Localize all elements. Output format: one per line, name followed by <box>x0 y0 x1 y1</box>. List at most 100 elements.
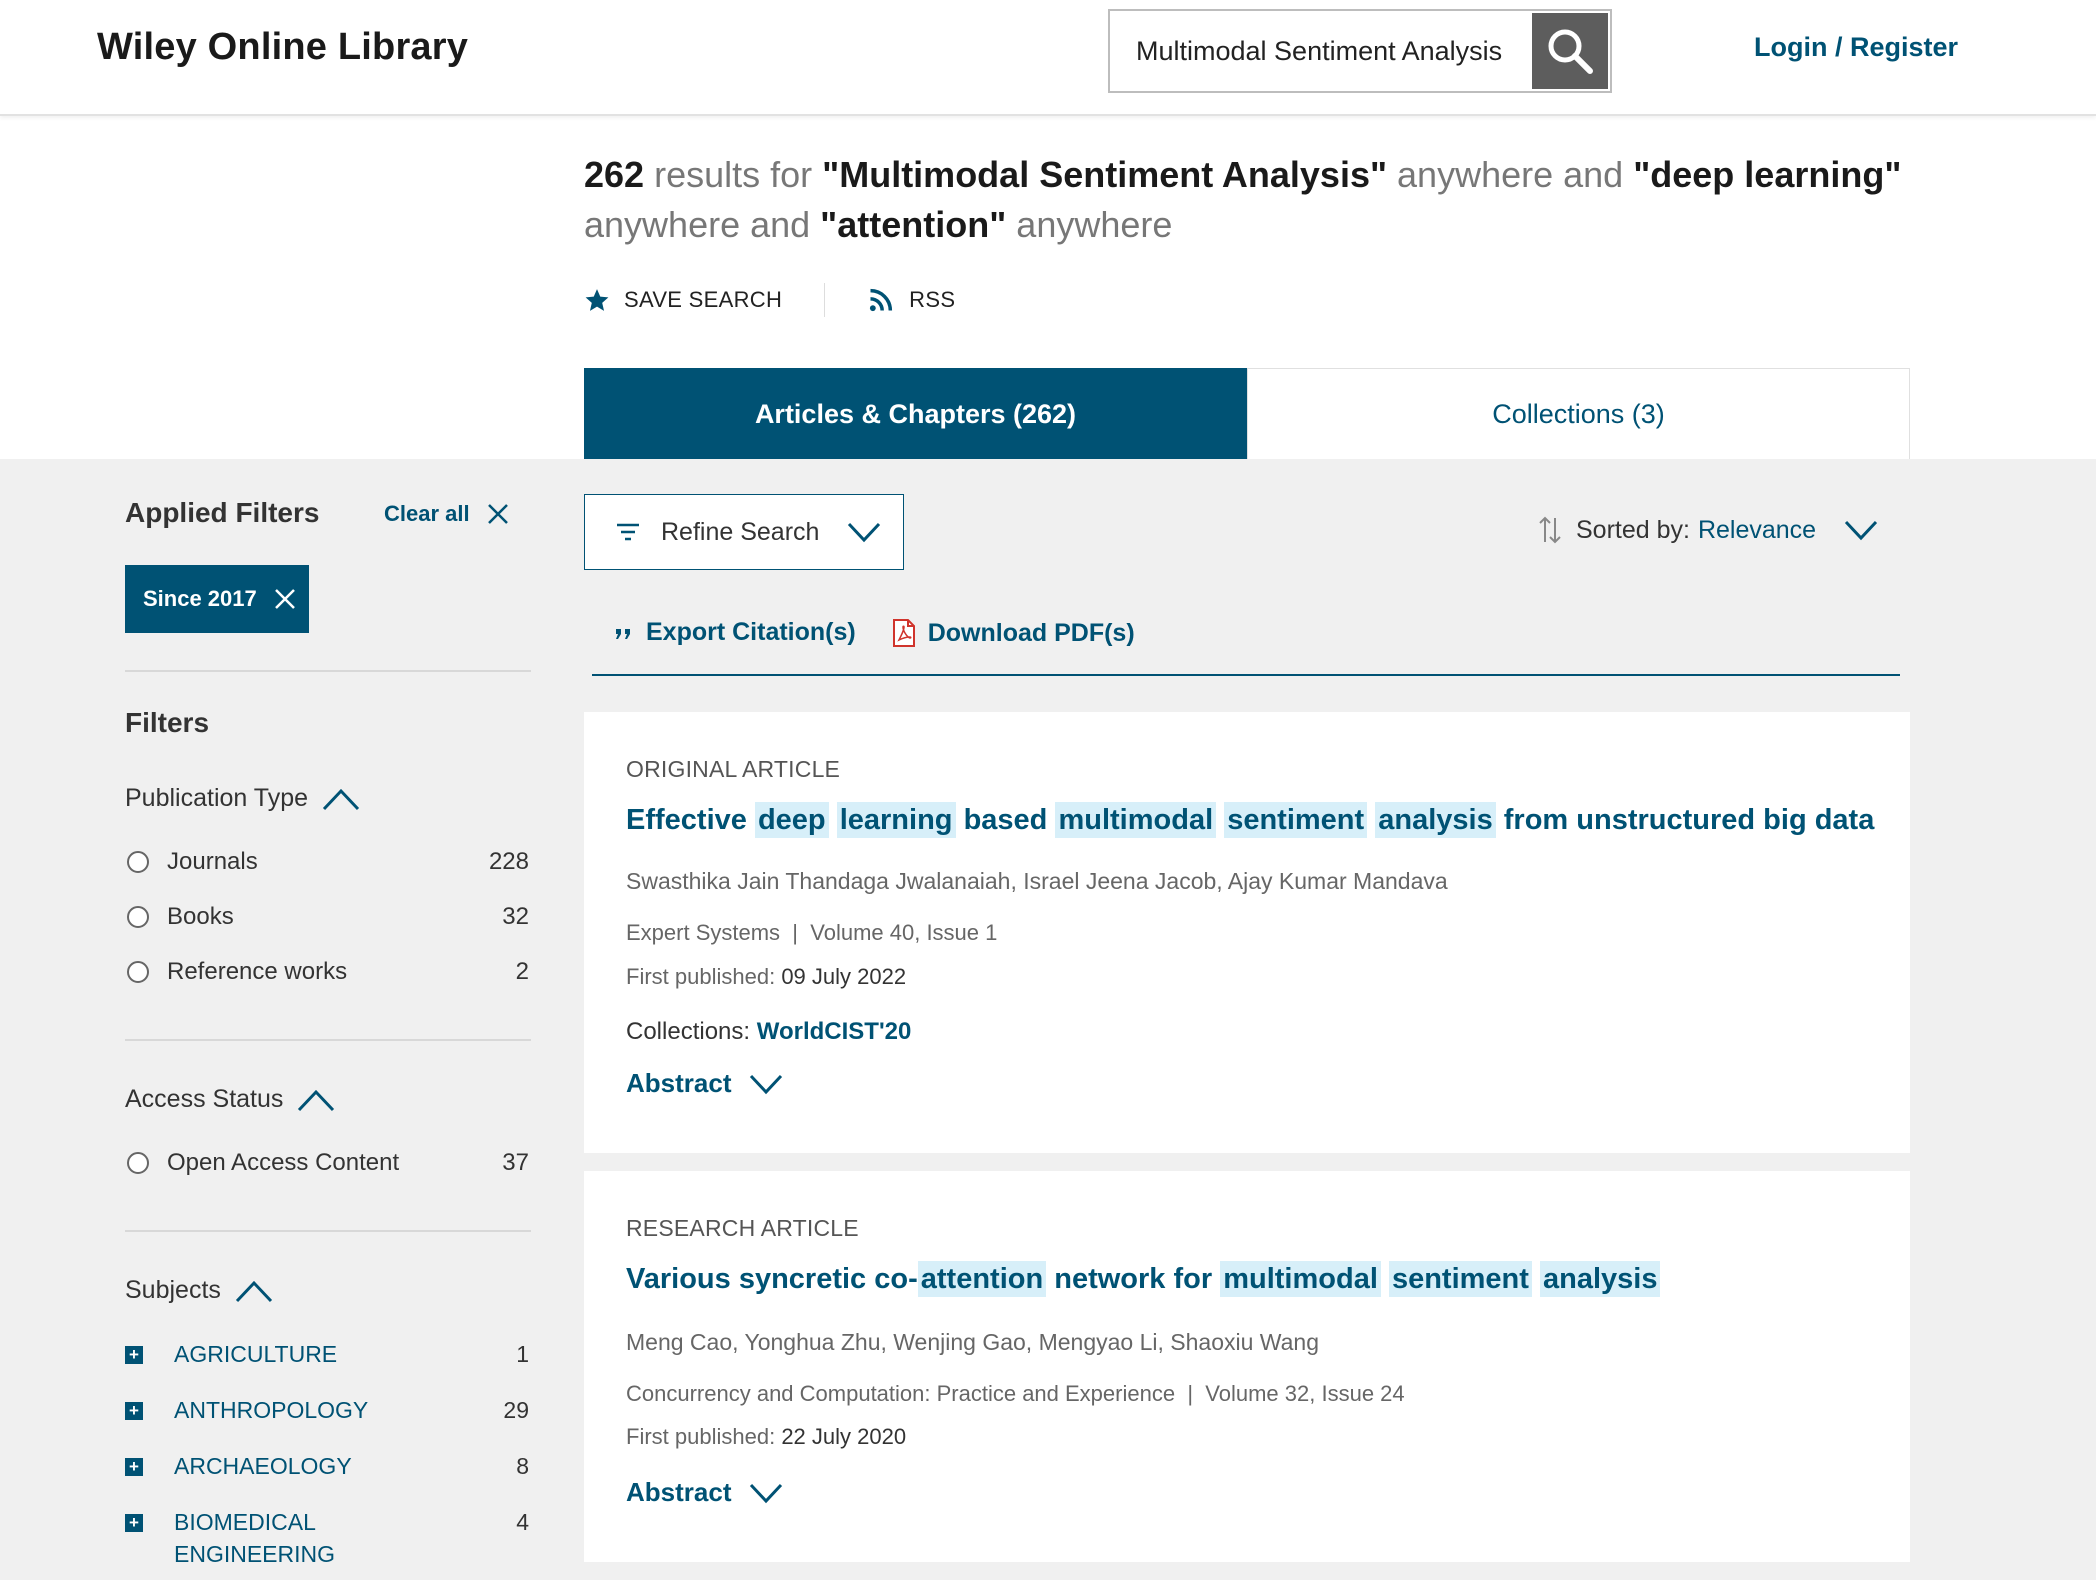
subject-count: 29 <box>503 1397 529 1423</box>
volume-issue[interactable]: Volume 40, Issue 1 <box>810 920 997 945</box>
star-icon <box>585 289 609 311</box>
subject-count: 8 <box>516 1453 529 1479</box>
search-button[interactable] <box>1532 13 1608 89</box>
expand-plus-icon[interactable]: + <box>125 1458 143 1476</box>
subjects-toggle[interactable]: Subjects <box>125 1276 273 1305</box>
filter-icon <box>617 523 639 541</box>
search-term: "deep learning" <box>1633 154 1902 195</box>
volume-issue[interactable]: Volume 32, Issue 24 <box>1205 1381 1404 1406</box>
site-logo[interactable]: Wiley Online Library <box>97 26 468 69</box>
tab-articles-chapters[interactable]: Articles & Chapters (262) <box>584 368 1247 473</box>
refine-search-button[interactable]: Refine Search <box>584 494 904 570</box>
result-card: RESEARCH ARTICLE Various syncretic co-at… <box>584 1171 1910 1562</box>
abstract-label: Abstract <box>626 1477 732 1507</box>
title-text: Various syncretic co- <box>626 1263 918 1295</box>
login-register-link[interactable]: Login / Register <box>1754 32 1958 63</box>
collections-label: Collections: <box>626 1018 751 1045</box>
highlighted-term: sentiment <box>1224 802 1368 838</box>
subject-label[interactable]: BIOMEDICAL ENGINEERING <box>174 1506 474 1570</box>
divider <box>125 670 531 672</box>
title-text: from unstructured big data <box>1495 804 1875 836</box>
applied-filters-title: Applied Filters <box>125 497 320 528</box>
option-label: Open Access Content <box>167 1149 400 1176</box>
subject-item-biomedical-engineering[interactable]: + BIOMEDICAL ENGINEERING 4 <box>125 1506 529 1570</box>
access-status-label: Access Status <box>125 1085 284 1113</box>
subject-label[interactable]: AGRICULTURE <box>174 1338 474 1370</box>
filter-option-journals[interactable]: Journals 228 <box>125 842 529 882</box>
article-authors: Swasthika Jain Thandaga Jwalanaiah, Isra… <box>626 868 1448 894</box>
subject-item-agriculture[interactable]: + AGRICULTURE 1 <box>125 1338 529 1370</box>
abstract-toggle[interactable]: Abstract <box>626 1068 783 1099</box>
radio-button[interactable] <box>127 851 149 873</box>
article-source: Expert Systems | Volume 40, Issue 1 <box>626 920 997 946</box>
export-label: Export Citation(s) <box>646 618 856 646</box>
option-label: Reference works <box>167 958 348 985</box>
access-status-toggle[interactable]: Access Status <box>125 1085 335 1114</box>
article-title-link[interactable]: Effective deep learning based multimodal… <box>626 802 1875 838</box>
separator: | <box>1181 1381 1200 1406</box>
highlighted-term: multimodal <box>1220 1261 1381 1297</box>
highlighted-term: analysis <box>1375 802 1496 838</box>
published-date: First published: 09 July 2022 <box>626 964 906 990</box>
filter-option-reference-works[interactable]: Reference works 2 <box>125 952 529 992</box>
subject-label[interactable]: ARCHAEOLOGY <box>174 1450 474 1482</box>
chip-label: Since 2017 <box>143 586 257 611</box>
option-count: 2 <box>515 958 529 985</box>
expand-plus-icon[interactable]: + <box>125 1514 143 1532</box>
search-input[interactable] <box>1110 11 1532 91</box>
chevron-down-icon <box>750 1483 783 1503</box>
tab-collections[interactable]: Collections (3) <box>1247 368 1910 460</box>
title-text <box>1532 1263 1540 1295</box>
save-search-button[interactable]: SAVE SEARCH <box>584 287 782 313</box>
separator: | <box>786 920 805 945</box>
download-pdfs-button[interactable]: Download PDF(s) <box>892 618 1135 648</box>
results-heading: 262 results for "Multimodal Sentiment An… <box>584 150 1934 250</box>
pdf-icon <box>892 619 915 647</box>
applied-filter-chip[interactable]: Since 2017 <box>125 565 309 633</box>
subject-item-archaeology[interactable]: + ARCHAEOLOGY 8 <box>125 1450 529 1482</box>
radio-button[interactable] <box>127 961 149 983</box>
expand-plus-icon[interactable]: + <box>125 1402 143 1420</box>
close-icon[interactable] <box>273 587 297 611</box>
filter-option-open-access[interactable]: Open Access Content 37 <box>125 1143 529 1183</box>
result-card: ORIGINAL ARTICLE Effective deep learning… <box>584 712 1910 1153</box>
radio-button[interactable] <box>127 1152 149 1174</box>
chevron-down-icon <box>848 522 881 543</box>
option-count: 228 <box>488 848 529 875</box>
sort-value: Relevance <box>1697 515 1817 544</box>
export-citations-button[interactable]: Export Citation(s) <box>614 618 856 647</box>
search-term: "attention" <box>820 204 1007 245</box>
published-value: 09 July 2022 <box>781 964 907 989</box>
published-label: First published: <box>626 964 776 989</box>
publication-type-toggle[interactable]: Publication Type <box>125 784 360 813</box>
journal-name[interactable]: Expert Systems <box>626 920 780 945</box>
abstract-toggle[interactable]: Abstract <box>626 1477 783 1508</box>
option-count: 37 <box>502 1149 529 1176</box>
option-label: Books <box>167 903 234 930</box>
rss-label: RSS <box>909 287 956 312</box>
highlighted-term: learning <box>836 802 956 838</box>
chevron-up-icon <box>235 1280 272 1302</box>
published-value: 22 July 2020 <box>781 1424 907 1449</box>
collection-link[interactable]: WorldCIST'20 <box>757 1018 912 1045</box>
filter-option-books[interactable]: Books 32 <box>125 897 529 937</box>
quote-icon <box>616 628 630 639</box>
article-type: RESEARCH ARTICLE <box>626 1215 859 1241</box>
article-title-link[interactable]: Various syncretic co-attention network f… <box>626 1261 1661 1297</box>
expand-plus-icon[interactable]: + <box>125 1346 143 1364</box>
sort-dropdown[interactable]: Sorted by: Relevance <box>1538 514 1878 546</box>
subject-label[interactable]: ANTHROPOLOGY <box>174 1394 474 1426</box>
results-text: results for <box>644 154 823 195</box>
option-count: 32 <box>502 903 529 930</box>
subject-item-anthropology[interactable]: + ANTHROPOLOGY 29 <box>125 1394 529 1426</box>
subjects-label: Subjects <box>125 1276 221 1304</box>
highlighted-term: sentiment <box>1388 1261 1532 1297</box>
download-label: Download PDF(s) <box>927 618 1135 647</box>
clear-all-button[interactable]: Clear all <box>384 501 510 527</box>
rss-button[interactable]: RSS <box>867 286 955 314</box>
sort-label: Sorted by: <box>1576 515 1690 544</box>
chevron-up-icon <box>298 1089 335 1111</box>
close-icon <box>487 504 508 524</box>
journal-name[interactable]: Concurrency and Computation: Practice an… <box>626 1381 1175 1406</box>
radio-button[interactable] <box>127 906 149 928</box>
